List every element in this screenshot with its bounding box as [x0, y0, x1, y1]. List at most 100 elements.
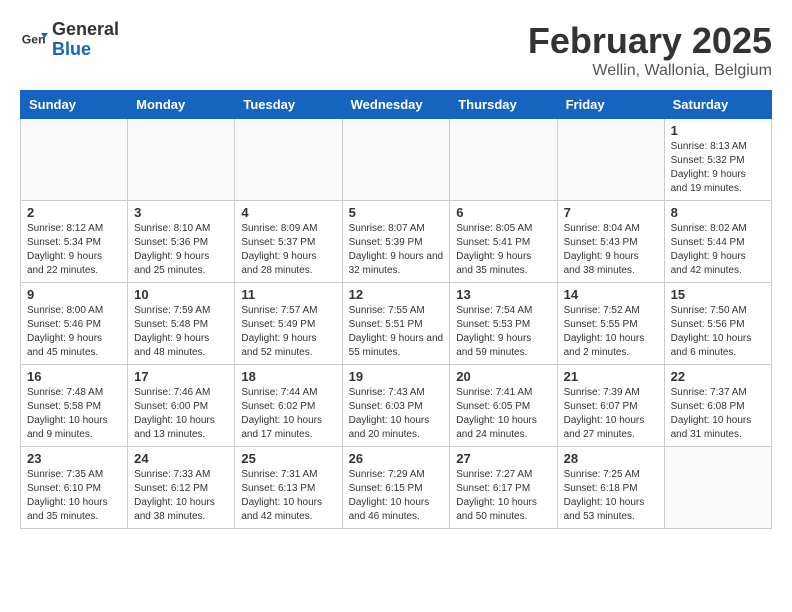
calendar-cell: 27Sunrise: 7:27 AM Sunset: 6:17 PM Dayli…: [450, 447, 557, 529]
calendar-cell: [664, 447, 771, 529]
day-number: 13: [456, 287, 550, 302]
day-info: Sunrise: 8:12 AM Sunset: 5:34 PM Dayligh…: [27, 222, 121, 278]
calendar-cell: 16 Sunrise: 7:48 AM Sunset: 5:58 PM Dayli…: [21, 365, 128, 447]
day-info: Sunrise: 8:10 AM Sunset: 5:36 PM Dayligh…: [134, 222, 228, 278]
day-info: Sunrise: 7:54 AM Sunset: 5:53 PM Dayligh…: [456, 304, 550, 360]
day-info: Sunrise: 8:09 AM Sunset: 5:37 PM Dayligh…: [241, 222, 335, 278]
calendar-cell: 22 Sunrise: 7:37 AM Sunset: 6:08 PM Dayli…: [664, 365, 771, 447]
day-header-friday: Friday: [557, 91, 664, 119]
day-number: 8: [671, 205, 765, 220]
day-info: Sunrise: 8:13 AM Sunset: 5:32 PM Dayligh…: [671, 140, 765, 196]
calendar-cell: 3 Sunrise: 8:10 AM Sunset: 5:36 PM Daylig…: [128, 201, 235, 283]
day-info: Sunrise: 8:02 AM Sunset: 5:44 PM Dayligh…: [671, 222, 765, 278]
day-header-wednesday: Wednesday: [342, 91, 450, 119]
calendar-cell: 17Sunrise: 7:46 AM Sunset: 6:00 PM Dayli…: [128, 365, 235, 447]
day-info: Sunrise: 8:05 AM Sunset: 5:41 PM Dayligh…: [456, 222, 550, 278]
title-section: February 2025 Wellin, Wallonia, Belgium: [528, 20, 772, 80]
day-info: Sunrise: 8:04 AM Sunset: 5:43 PM Dayligh…: [564, 222, 658, 278]
calendar-cell: 20 Sunrise: 7:41 AM Sunset: 6:05 PM Dayli…: [450, 365, 557, 447]
calendar-cell: 13 Sunrise: 7:54 AM Sunset: 5:53 PM Dayli…: [450, 283, 557, 365]
calendar-cell: 21 Sunrise: 7:39 AM Sunset: 6:07 PM Dayli…: [557, 365, 664, 447]
calendar-week-5: 23 Sunrise: 7:35 AM Sunset: 6:10 PM Dayli…: [21, 447, 772, 529]
day-number: 10: [134, 287, 228, 302]
day-info: Sunrise: 7:44 AM Sunset: 6:02 PM Dayligh…: [241, 386, 335, 442]
day-number: 28: [564, 451, 658, 466]
day-header-thursday: Thursday: [450, 91, 557, 119]
day-info: Sunrise: 7:41 AM Sunset: 6:05 PM Dayligh…: [456, 386, 550, 442]
day-number: 18: [241, 369, 335, 384]
calendar-cell: [128, 119, 235, 201]
calendar-cell: 6 Sunrise: 8:05 AM Sunset: 5:41 PM Daylig…: [450, 201, 557, 283]
day-number: 9: [27, 287, 121, 302]
day-info: Sunrise: 7:43 AM Sunset: 6:03 PM Dayligh…: [349, 386, 444, 442]
day-number: 16: [27, 369, 121, 384]
logo: Gen General Blue: [20, 20, 119, 60]
calendar-cell: 18 Sunrise: 7:44 AM Sunset: 6:02 PM Dayli…: [235, 365, 342, 447]
calendar-cell: [450, 119, 557, 201]
calendar-cell: 2 Sunrise: 8:12 AM Sunset: 5:34 PM Daylig…: [21, 201, 128, 283]
day-info: Sunrise: 7:55 AM Sunset: 5:51 PM Dayligh…: [349, 304, 444, 360]
calendar-cell: [342, 119, 450, 201]
calendar-cell: 5 Sunrise: 8:07 AM Sunset: 5:39 PM Daylig…: [342, 201, 450, 283]
day-info: Sunrise: 7:37 AM Sunset: 6:08 PM Dayligh…: [671, 386, 765, 442]
day-header-sunday: Sunday: [21, 91, 128, 119]
day-number: 7: [564, 205, 658, 220]
header-row: SundayMondayTuesdayWednesdayThursdayFrid…: [21, 91, 772, 119]
day-number: 12: [349, 287, 444, 302]
day-number: 27: [456, 451, 550, 466]
svg-text:Gen: Gen: [22, 32, 46, 46]
day-number: 11: [241, 287, 335, 302]
logo-general-text: General: [52, 20, 119, 40]
calendar-cell: 9 Sunrise: 8:00 AM Sunset: 5:46 PM Daylig…: [21, 283, 128, 365]
day-number: 15: [671, 287, 765, 302]
day-info: Sunrise: 8:07 AM Sunset: 5:39 PM Dayligh…: [349, 222, 444, 278]
calendar-cell: 10Sunrise: 7:59 AM Sunset: 5:48 PM Dayli…: [128, 283, 235, 365]
calendar-cell: 24Sunrise: 7:33 AM Sunset: 6:12 PM Dayli…: [128, 447, 235, 529]
calendar-cell: 14Sunrise: 7:52 AM Sunset: 5:55 PM Dayli…: [557, 283, 664, 365]
calendar-body: 1 Sunrise: 8:13 AM Sunset: 5:32 PM Daylig…: [21, 119, 772, 529]
day-info: Sunrise: 7:48 AM Sunset: 5:58 PM Dayligh…: [27, 386, 121, 442]
day-info: Sunrise: 7:31 AM Sunset: 6:13 PM Dayligh…: [241, 468, 335, 524]
calendar-cell: 7 Sunrise: 8:04 AM Sunset: 5:43 PM Daylig…: [557, 201, 664, 283]
day-info: Sunrise: 8:00 AM Sunset: 5:46 PM Dayligh…: [27, 304, 121, 360]
day-header-tuesday: Tuesday: [235, 91, 342, 119]
calendar-cell: 12 Sunrise: 7:55 AM Sunset: 5:51 PM Dayli…: [342, 283, 450, 365]
day-number: 19: [349, 369, 444, 384]
calendar-subtitle: Wellin, Wallonia, Belgium: [528, 62, 772, 80]
calendar-cell: 25 Sunrise: 7:31 AM Sunset: 6:13 PM Dayli…: [235, 447, 342, 529]
day-info: Sunrise: 7:39 AM Sunset: 6:07 PM Dayligh…: [564, 386, 658, 442]
day-info: Sunrise: 7:52 AM Sunset: 5:55 PM Dayligh…: [564, 304, 658, 360]
day-info: Sunrise: 7:29 AM Sunset: 6:15 PM Dayligh…: [349, 468, 444, 524]
calendar-cell: 26 Sunrise: 7:29 AM Sunset: 6:15 PM Dayli…: [342, 447, 450, 529]
day-number: 23: [27, 451, 121, 466]
logo-icon: Gen: [20, 26, 48, 54]
day-number: 26: [349, 451, 444, 466]
day-number: 4: [241, 205, 335, 220]
calendar-cell: 1 Sunrise: 8:13 AM Sunset: 5:32 PM Daylig…: [664, 119, 771, 201]
day-number: 6: [456, 205, 550, 220]
day-number: 1: [671, 123, 765, 138]
day-info: Sunrise: 7:25 AM Sunset: 6:18 PM Dayligh…: [564, 468, 658, 524]
day-number: 2: [27, 205, 121, 220]
day-info: Sunrise: 7:50 AM Sunset: 5:56 PM Dayligh…: [671, 304, 765, 360]
calendar-week-3: 9 Sunrise: 8:00 AM Sunset: 5:46 PM Daylig…: [21, 283, 772, 365]
calendar-header: SundayMondayTuesdayWednesdayThursdayFrid…: [21, 91, 772, 119]
calendar-week-4: 16 Sunrise: 7:48 AM Sunset: 5:58 PM Dayli…: [21, 365, 772, 447]
day-info: Sunrise: 7:57 AM Sunset: 5:49 PM Dayligh…: [241, 304, 335, 360]
calendar-title: February 2025: [528, 20, 772, 62]
calendar-cell: 28 Sunrise: 7:25 AM Sunset: 6:18 PM Dayli…: [557, 447, 664, 529]
day-info: Sunrise: 7:46 AM Sunset: 6:00 PM Dayligh…: [134, 386, 228, 442]
day-number: 22: [671, 369, 765, 384]
day-number: 5: [349, 205, 444, 220]
calendar-cell: 8 Sunrise: 8:02 AM Sunset: 5:44 PM Daylig…: [664, 201, 771, 283]
day-number: 25: [241, 451, 335, 466]
day-info: Sunrise: 7:35 AM Sunset: 6:10 PM Dayligh…: [27, 468, 121, 524]
day-number: 20: [456, 369, 550, 384]
day-number: 21: [564, 369, 658, 384]
calendar-cell: 23 Sunrise: 7:35 AM Sunset: 6:10 PM Dayli…: [21, 447, 128, 529]
day-number: 3: [134, 205, 228, 220]
calendar-cell: [557, 119, 664, 201]
page-header: Gen General Blue February 2025 Wellin, W…: [20, 20, 772, 80]
logo-blue-text: Blue: [52, 40, 119, 60]
calendar-cell: [21, 119, 128, 201]
